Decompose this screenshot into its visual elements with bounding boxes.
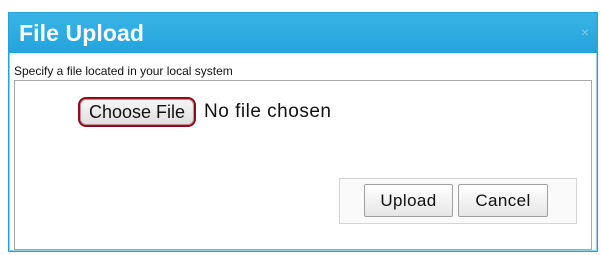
dialog-title: File Upload xyxy=(19,20,145,46)
upload-instruction: Specify a file located in your local sys… xyxy=(14,64,233,78)
file-status-text: No file chosen xyxy=(204,101,332,122)
dialog-titlebar[interactable]: File Upload × xyxy=(9,13,597,53)
file-upload-dialog: File Upload × Specify a file located in … xyxy=(8,12,598,252)
upload-content-box: Choose File No file chosen Upload Cancel xyxy=(14,80,592,250)
choose-file-button[interactable]: Choose File xyxy=(78,97,197,127)
file-input-row: Choose File No file chosen xyxy=(78,96,331,128)
cancel-button[interactable]: Cancel xyxy=(458,184,548,217)
upload-button[interactable]: Upload xyxy=(364,184,453,217)
dialog-action-buttons: Upload Cancel xyxy=(339,178,577,224)
close-icon[interactable]: × xyxy=(581,25,589,39)
